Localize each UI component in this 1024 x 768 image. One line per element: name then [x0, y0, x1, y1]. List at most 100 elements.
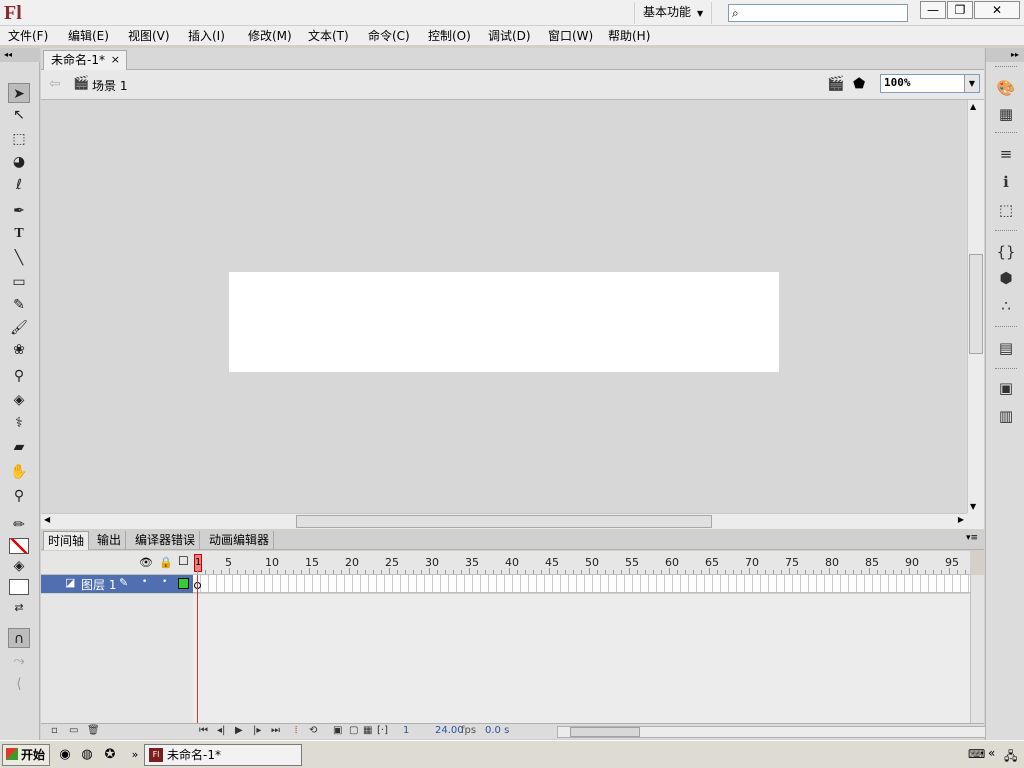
snap-magnet-icon[interactable]: ∩ — [8, 628, 30, 648]
tab-motion-editor[interactable]: 动画编辑器 — [205, 531, 275, 550]
stage-vertical-scrollbar[interactable]: ▲ ▼ — [967, 100, 984, 513]
menu-file[interactable]: 文件(F) — [4, 27, 52, 45]
go-to-first-frame-icon[interactable]: ⏮ — [199, 725, 208, 736]
common-libraries-icon[interactable]: ▥ — [995, 406, 1017, 426]
lock-dot-icon[interactable]: • — [162, 577, 167, 587]
back-arrow-icon[interactable]: ⇦ — [49, 76, 61, 92]
transform-panel-icon[interactable]: ⬚ — [995, 200, 1017, 220]
browser-icon[interactable]: ◍ — [78, 746, 96, 764]
center-frame-icon[interactable]: ⦙ — [295, 725, 297, 736]
lock-icon[interactable]: 🔒 — [159, 556, 173, 569]
straighten-option-icon[interactable]: ⟨ — [8, 674, 30, 694]
timeline-horizontal-scrollbar[interactable] — [557, 726, 1007, 738]
info-panel-icon[interactable]: ℹ — [995, 172, 1017, 192]
pencil-tool-icon[interactable]: ✎ — [8, 295, 30, 315]
frame-cells[interactable] — [193, 575, 970, 593]
playhead[interactable]: 1 — [194, 554, 202, 572]
menu-window[interactable]: 窗口(W) — [544, 27, 597, 45]
deco-tool-icon[interactable]: ❀ — [8, 340, 30, 360]
pasteboard[interactable] — [41, 100, 967, 513]
align-panel-icon[interactable]: ≡ — [995, 144, 1017, 164]
outline-color-swatch[interactable] — [178, 578, 189, 589]
new-layer-icon[interactable]: ▫ — [51, 725, 58, 736]
close-tab-icon[interactable]: × — [111, 51, 120, 69]
text-tool-icon[interactable]: T — [8, 224, 30, 244]
hand-tool-icon[interactable]: ✋ — [8, 462, 30, 482]
free-transform-tool-icon[interactable]: ⬚ — [8, 129, 30, 149]
network-icon[interactable]: 🖧 — [1004, 747, 1017, 768]
smooth-option-icon[interactable]: ⤳ — [8, 651, 30, 671]
scroll-left-icon[interactable]: ◀ — [44, 515, 50, 524]
help-search-input[interactable]: ⌕ — [728, 4, 908, 22]
actions-panel-icon[interactable]: {} — [995, 242, 1017, 262]
quicklaunch-chevron[interactable]: » — [126, 746, 144, 764]
menu-control[interactable]: 控制(O) — [424, 27, 475, 45]
rectangle-tool-icon[interactable]: ▭ — [8, 272, 30, 292]
eraser-tool-icon[interactable]: ▰ — [8, 437, 30, 457]
selection-tool-icon[interactable]: ➤ — [8, 83, 30, 103]
scene-label[interactable]: 场景 1 — [92, 77, 127, 94]
edit-scene-icon[interactable]: 🎬 — [827, 76, 844, 92]
play-icon[interactable]: ▶ — [235, 725, 243, 736]
scroll-right-icon[interactable]: ▶ — [958, 515, 964, 524]
frame-ruler[interactable]: 1 5 10 15 20 25 30 35 40 45 50 55 60 65 … — [193, 551, 970, 575]
color-panel-icon[interactable]: 🎨 — [995, 78, 1017, 98]
swap-colors-icon[interactable]: ⇄ — [8, 598, 30, 618]
panel-menu-icon[interactable]: ▾≡ — [966, 533, 978, 543]
menu-view[interactable]: 视图(V) — [124, 27, 174, 45]
scroll-thumb[interactable] — [570, 727, 640, 737]
visibility-dot-icon[interactable]: • — [142, 577, 147, 587]
bone-tool-icon[interactable]: ⚲ — [8, 366, 30, 386]
scroll-up-icon[interactable]: ▲ — [970, 102, 976, 111]
stroke-color-swatch[interactable] — [9, 538, 29, 554]
keyboard-icon[interactable]: ⌨ — [968, 747, 985, 761]
menu-edit[interactable]: 编辑(E) — [64, 27, 113, 45]
workspace-switcher[interactable]: 基本功能 ▼ — [634, 2, 713, 24]
loop-icon[interactable]: ⟲ — [309, 725, 317, 736]
fps-value[interactable]: 24.00 — [435, 725, 464, 736]
library-panel-icon[interactable]: ▣ — [995, 378, 1017, 398]
collapse-tools-icon[interactable]: ◂◂ — [0, 48, 40, 62]
tab-compiler-errors[interactable]: 编译器错误 — [131, 531, 201, 550]
taskbar-item-flash[interactable]: Fl 未命名-1* — [144, 744, 302, 766]
subselection-tool-icon[interactable]: ↖ — [8, 105, 30, 125]
new-folder-icon[interactable]: ▭ — [69, 725, 78, 736]
edit-symbols-icon[interactable]: ⬟ — [853, 76, 865, 92]
motion-presets-icon[interactable]: ∴ — [995, 296, 1017, 316]
menu-commands[interactable]: 命令(C) — [364, 27, 414, 45]
outline-icon[interactable]: ☐ — [178, 554, 189, 568]
start-button[interactable]: 开始 — [2, 744, 50, 766]
tab-timeline[interactable]: 时间轴 — [43, 531, 90, 550]
current-frame-value[interactable]: 1 — [403, 725, 409, 736]
close-button[interactable]: ✕ — [974, 1, 1020, 19]
zoom-tool-icon[interactable]: ⚲ — [8, 486, 30, 506]
onion-skin-icon[interactable]: ▣ — [333, 725, 342, 736]
go-to-last-frame-icon[interactable]: ⏭ — [271, 725, 280, 736]
3d-rotation-tool-icon[interactable]: ◕ — [8, 152, 30, 172]
eye-icon[interactable]: 👁 — [139, 556, 153, 569]
scroll-thumb[interactable] — [296, 515, 712, 528]
layer-name[interactable]: 图层 1 — [81, 576, 116, 593]
fill-color-icon[interactable]: ◈ — [8, 556, 30, 576]
menu-debug[interactable]: 调试(D) — [484, 27, 535, 45]
minimize-button[interactable]: — — [920, 1, 946, 19]
pen-tool-icon[interactable]: ✒ — [8, 201, 30, 221]
fill-color-swatch[interactable] — [9, 579, 29, 595]
chevron-down-icon[interactable]: ▼ — [964, 75, 979, 92]
brush-tool-icon[interactable]: 🖌 — [8, 318, 30, 338]
step-back-icon[interactable]: ◂| — [217, 725, 225, 736]
line-tool-icon[interactable]: ╲ — [8, 248, 30, 268]
scroll-thumb[interactable] — [969, 254, 983, 354]
modify-markers-icon[interactable]: [·] — [377, 725, 388, 736]
expand-panels-icon[interactable]: ▸▸ — [986, 48, 1024, 62]
edit-multiple-frames-icon[interactable]: ▦ — [363, 725, 372, 736]
media-player-icon[interactable]: ◉ — [56, 746, 74, 764]
layer-row[interactable]: ◪ 图层 1 ✎ • • — [41, 575, 193, 593]
eyedropper-tool-icon[interactable]: ⚕ — [8, 413, 30, 433]
maximize-button[interactable]: ❐ — [947, 1, 973, 19]
stroke-color-icon[interactable]: ✏ — [8, 515, 30, 535]
project-panel-icon[interactable]: ▤ — [995, 338, 1017, 358]
tray-expand-icon[interactable]: « — [988, 746, 995, 760]
chrome-icon[interactable]: ✪ — [101, 746, 119, 764]
onion-outlines-icon[interactable]: ▢ — [349, 725, 358, 736]
